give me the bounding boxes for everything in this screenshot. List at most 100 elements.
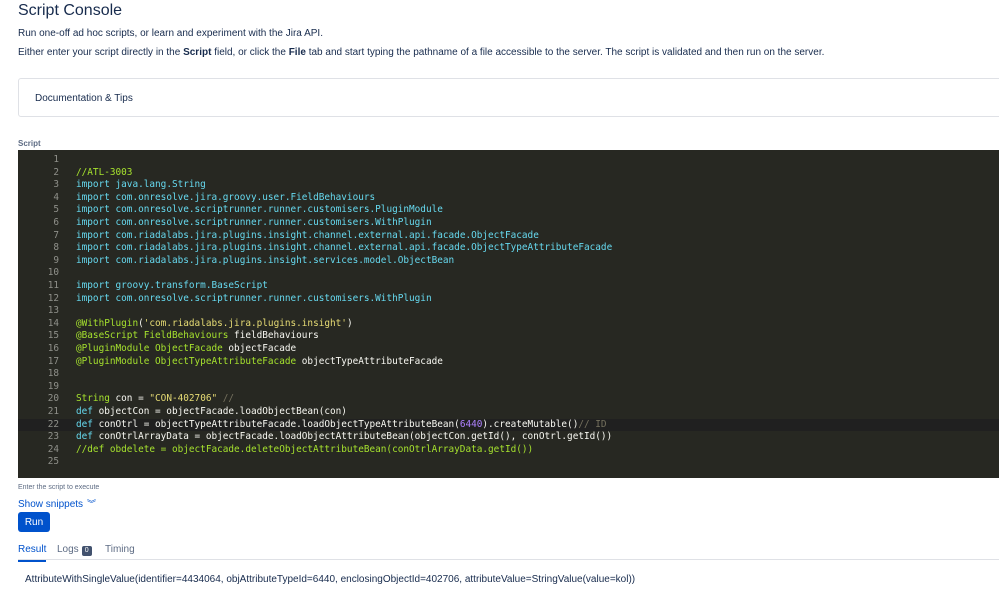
- code-line: 22 def conOtrl = objectTypeAttributeFacad…: [18, 418, 999, 432]
- code-text: def objectCon = objectFacade.loadObjectB…: [76, 406, 347, 419]
- code-token: @PluginModule: [76, 355, 156, 367]
- line-number: 12: [47, 292, 59, 304]
- code-token: con =: [115, 393, 150, 405]
- tab-timing[interactable]: Timing: [105, 544, 135, 555]
- code-token: //ATL-3003: [76, 166, 133, 178]
- code-token: objectFacade: [228, 343, 297, 354]
- code-line: 14 @WithPlugin('com.riadalabs.jira.plugin…: [18, 318, 999, 331]
- code-text: @BaseScript FieldBehaviours fieldBehavio…: [76, 330, 319, 343]
- code-line: 9 import com.riadalabs.jira.plugins.insig…: [18, 255, 999, 268]
- code-line: 21 def objectCon = objectFacade.loadObjec…: [18, 406, 999, 419]
- show-snippets-link[interactable]: Show snippets ︾: [18, 497, 96, 510]
- double-chevron-down-icon: ︾: [87, 499, 97, 509]
- desc-file-keyword: File: [288, 47, 306, 58]
- code-line: 19: [18, 381, 999, 394]
- line-number: 22: [47, 418, 59, 430]
- code-line: 24 //def obdelete = objectFacade.deleteOb…: [18, 444, 999, 457]
- code-text: import com.onresolve.scriptrunner.runner…: [76, 293, 432, 306]
- tab-logs-label: Logs: [57, 544, 79, 555]
- code-text: import com.onresolve.scriptrunner.runner…: [76, 204, 443, 217]
- line-number: 8: [53, 242, 59, 254]
- code-token: String: [76, 393, 116, 405]
- code-token: //: [217, 393, 235, 405]
- tab-logs[interactable]: Logs 0: [57, 544, 92, 556]
- code-token: import: [76, 179, 116, 191]
- code-token: 6440: [459, 418, 483, 430]
- code-token: ): [346, 317, 353, 329]
- line-number: 11: [47, 280, 59, 291]
- code-text: //def obdelete = objectFacade.deleteObje…: [76, 444, 533, 457]
- script-label: Script: [18, 139, 41, 148]
- line-number: 6: [53, 217, 59, 228]
- code-token: fieldBehaviours: [234, 330, 319, 342]
- code-text: def conOtrl = objectTypeAttributeFacade.…: [76, 419, 607, 432]
- code-token: @BaseScript: [76, 330, 144, 342]
- line-number: 21: [47, 406, 59, 417]
- line-number: 2: [53, 166, 59, 178]
- tab-timing-label: Timing: [105, 544, 135, 555]
- code-token: conOtrlArrayData = objectFacade.loadObje…: [98, 431, 613, 443]
- code-token: import: [76, 229, 116, 241]
- code-token: import: [76, 292, 116, 304]
- code-text: @WithPlugin('com.riadalabs.jira.plugins.…: [76, 318, 353, 331]
- code-token: import: [76, 254, 116, 266]
- code-token: ObjectFacade: [155, 343, 229, 354]
- run-button[interactable]: Run: [18, 512, 50, 532]
- code-text: String con = "CON-402706" //: [76, 393, 234, 406]
- documentation-panel[interactable]: Documentation & Tips: [18, 78, 999, 117]
- code-line: 1: [18, 154, 999, 167]
- desc-mid: field, or click the: [211, 47, 289, 58]
- code-line: 8 import com.riadalabs.jira.plugins.insig…: [18, 242, 999, 255]
- code-line: 10: [18, 267, 999, 280]
- code-token: import: [76, 242, 116, 254]
- code-token: objectCon = objectFacade.loadObjectBean(…: [98, 406, 347, 417]
- line-number: 5: [53, 204, 59, 216]
- result-output: AttributeWithSingleValue(identifier=4434…: [25, 574, 636, 585]
- code-token: com.riadalabs.jira.plugins.insight.chann…: [115, 242, 613, 254]
- code-text: //ATL-3003: [76, 167, 132, 180]
- code-text: import com.riadalabs.jira.plugins.insigh…: [76, 230, 539, 243]
- line-number: 15: [47, 330, 59, 342]
- code-text: import com.riadalabs.jira.plugins.insigh…: [76, 255, 454, 268]
- code-line: 18: [18, 368, 999, 381]
- code-text: import com.onresolve.scriptrunner.runner…: [76, 217, 432, 230]
- desc-script-keyword: Script: [183, 47, 212, 58]
- code-token: import: [76, 217, 116, 228]
- code-token: def: [76, 418, 99, 430]
- editor-hint: Enter the script to execute: [18, 484, 100, 491]
- page-title: Script Console: [18, 2, 123, 19]
- code-text: import com.riadalabs.jira.plugins.insigh…: [76, 242, 612, 255]
- line-number: 14: [47, 317, 59, 329]
- intro-text: Run one-off ad hoc scripts, or learn and…: [18, 28, 323, 39]
- show-snippets-label: Show snippets: [18, 499, 84, 510]
- code-text: import com.onresolve.jira.groovy.user.Fi…: [76, 192, 375, 205]
- desc-prefix: Either enter your script directly in the: [18, 47, 184, 58]
- result-tabs: Result Logs 0 Timing: [18, 542, 999, 562]
- code-token: com.riadalabs.jira.plugins.insight.servi…: [115, 254, 455, 266]
- code-token: objectTypeAttributeFacade: [301, 355, 443, 367]
- code-token: groovy.transform.BaseScript: [115, 280, 268, 291]
- line-number: 24: [47, 443, 59, 455]
- code-line: 23 def conOtrlArrayData = objectFacade.lo…: [18, 431, 999, 444]
- line-number: 16: [47, 343, 59, 354]
- code-token: ).createMutable(): [482, 418, 579, 430]
- logs-count-badge: 0: [81, 546, 92, 556]
- line-number: 7: [53, 229, 59, 241]
- line-number: 19: [47, 380, 59, 392]
- code-token: 'com.riadalabs.jira.plugins.insight': [143, 317, 347, 329]
- code-token: import: [76, 280, 116, 291]
- code-token: @PluginModule: [76, 343, 156, 354]
- code-token: FieldBehaviours: [143, 330, 235, 342]
- code-token: "CON-402706": [149, 393, 218, 405]
- code-line: 11 import groovy.transform.BaseScript: [18, 280, 999, 293]
- code-token: conOtrl = objectTypeAttributeFacade.load…: [98, 418, 460, 430]
- code-line: 20 String con = "CON-402706" //: [18, 393, 999, 406]
- line-number: 25: [47, 456, 59, 468]
- code-text: import java.lang.String: [76, 179, 206, 192]
- script-editor[interactable]: 1 2 //ATL-3003 3 import java.lang.String 4 imp…: [18, 150, 999, 478]
- code-line: 15 @BaseScript FieldBehaviours fieldBehav…: [18, 330, 999, 343]
- code-text: def conOtrlArrayData = objectFacade.load…: [76, 431, 612, 444]
- description-text: Either enter your script directly in the…: [18, 47, 824, 58]
- tab-result[interactable]: Result: [18, 544, 47, 562]
- line-number: 3: [53, 179, 59, 191]
